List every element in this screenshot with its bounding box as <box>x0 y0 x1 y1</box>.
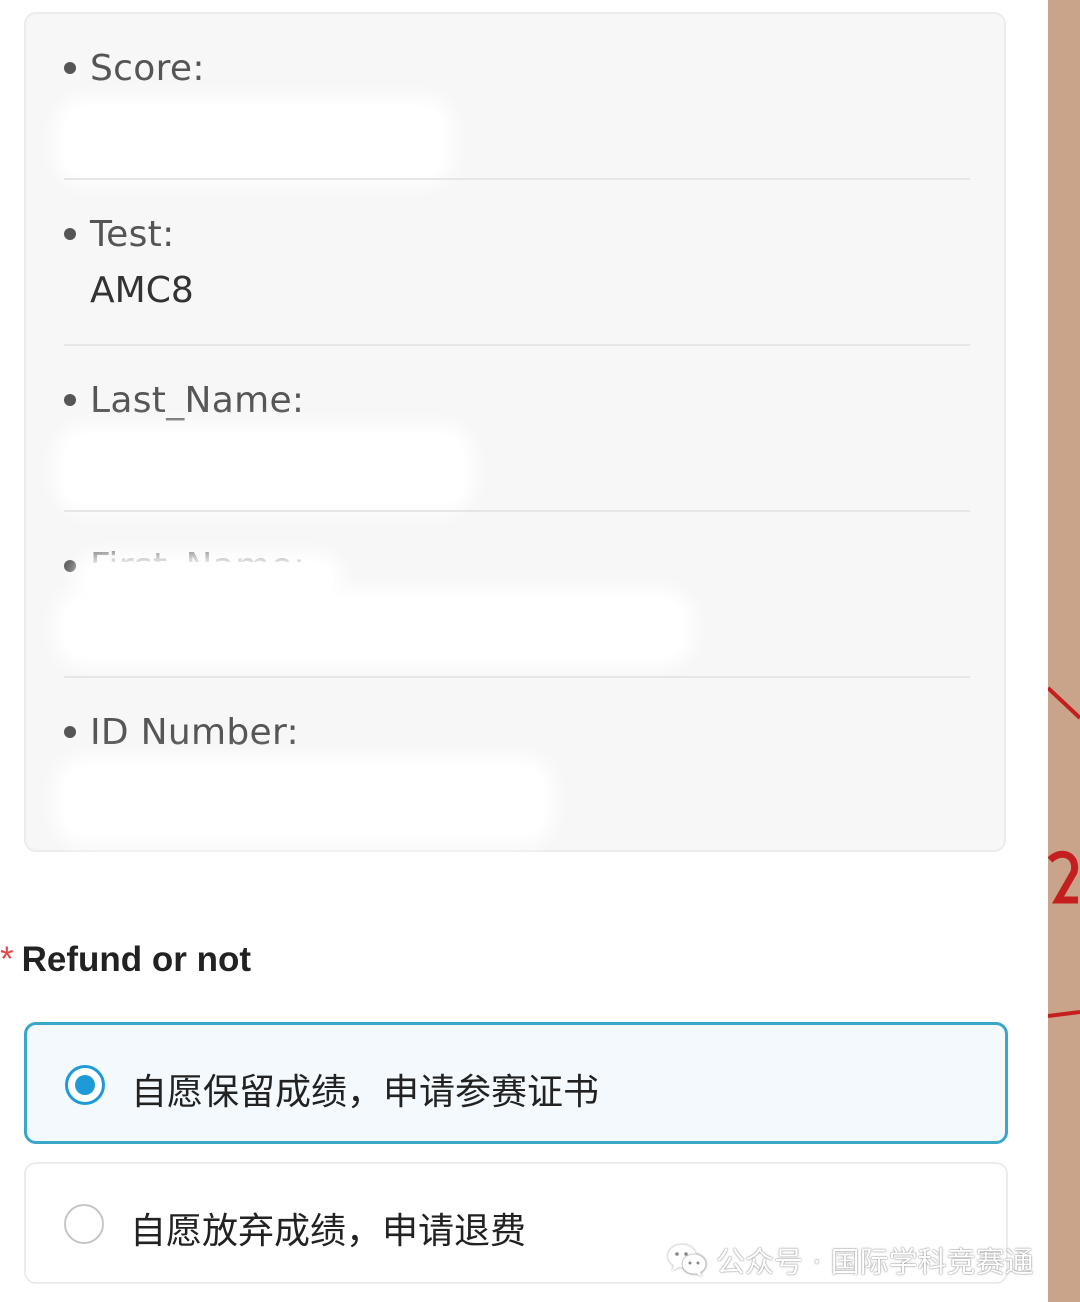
score-info-card: Score: Test: AMC8 Last_Name: First_Name:… <box>24 12 1006 852</box>
bullet-icon <box>64 228 76 240</box>
redaction-mark <box>64 434 464 504</box>
bullet-icon <box>64 394 76 406</box>
redaction-mark <box>64 598 684 658</box>
option-label: 自愿保留成绩，申请参赛证书 <box>131 1072 600 1113</box>
watermark-text: 公众号 · 国际学科竞赛通 <box>716 1245 1034 1279</box>
redaction-mark <box>64 106 444 176</box>
field-label: Score: <box>90 48 205 89</box>
option-keep-score[interactable]: 自愿保留成绩，申请参赛证书 <box>24 1022 1008 1144</box>
bullet-icon <box>64 726 76 738</box>
refund-title-text: Refund or not <box>21 940 252 979</box>
bullet-icon <box>64 560 76 572</box>
field-label: ID Number: <box>90 712 299 753</box>
radio-checked-icon[interactable] <box>65 1065 105 1105</box>
field-label: Last_Name: <box>90 380 305 421</box>
bullet-icon <box>64 62 76 74</box>
field-label: Test: <box>90 214 175 255</box>
wechat-icon <box>668 1244 707 1277</box>
redaction-mark <box>84 562 334 596</box>
radio-unchecked-icon[interactable] <box>64 1204 104 1244</box>
side-image-strip <box>1048 0 1080 1302</box>
field-last-name: Last_Name: <box>64 346 970 512</box>
refund-section-title: * Refund or not <box>0 940 251 986</box>
field-score: Score: <box>64 14 970 180</box>
field-first-name: First_Name: <box>64 512 970 678</box>
field-value: AMC8 <box>90 270 194 311</box>
field-test: Test: AMC8 <box>64 180 970 346</box>
field-id-number: ID Number: <box>64 678 970 838</box>
required-mark: * <box>0 940 14 979</box>
redaction-mark <box>64 766 544 836</box>
watermark: 公众号 · 国际学科竞赛通 <box>666 1238 1034 1282</box>
option-label: 自愿放弃成绩，申请退费 <box>130 1211 527 1252</box>
